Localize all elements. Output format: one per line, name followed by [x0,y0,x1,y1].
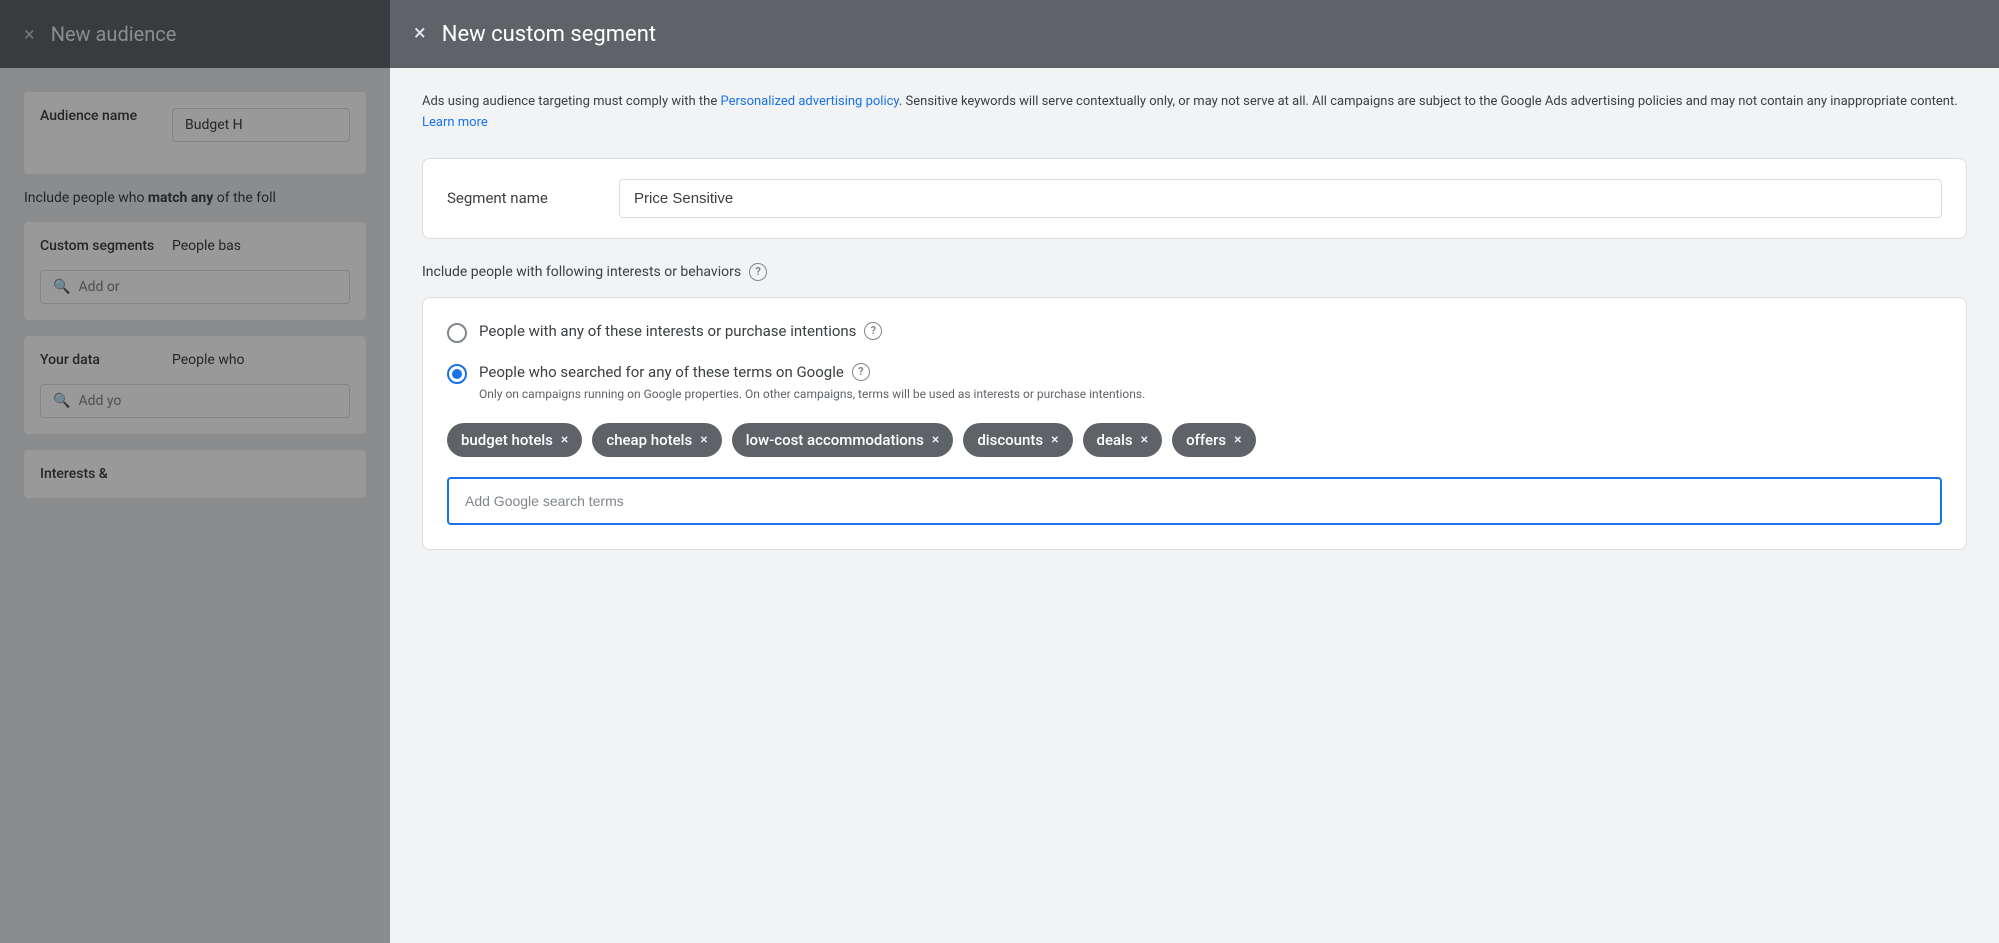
interests-card: People with any of these interests or pu… [422,297,1967,550]
tag-deals: deals × [1083,423,1163,457]
radio-btn-interests[interactable] [447,323,467,343]
search-terms-input[interactable] [447,477,1942,525]
tag-budget-hotels-remove[interactable]: × [561,433,568,447]
tag-budget-hotels: budget hotels × [447,423,582,457]
tag-cheap-hotels: cheap hotels × [592,423,721,457]
tag-budget-hotels-label: budget hotels [461,431,553,449]
tag-offers: offers × [1172,423,1255,457]
tag-discounts-label: discounts [977,431,1043,449]
dialog-header: × New custom segment [390,0,1999,68]
tag-discounts-remove[interactable]: × [1051,433,1058,447]
dialog-close-button[interactable]: × [414,23,426,45]
learn-more-link[interactable]: Learn more [422,115,488,130]
tag-discounts: discounts × [963,423,1072,457]
segment-name-label: Segment name [447,189,587,207]
radio1-help-icon[interactable]: ? [864,322,882,340]
tags-container: budget hotels×cheap hotels×low-cost acco… [447,423,1942,457]
tag-low-cost-label: low-cost accommodations [746,431,924,449]
tag-deals-remove[interactable]: × [1141,433,1148,447]
tag-low-cost: low-cost accommodations × [732,423,954,457]
radio-label-interests: People with any of these interests or pu… [479,322,882,340]
tag-low-cost-remove[interactable]: × [932,433,939,447]
new-custom-segment-dialog: × New custom segment Ads using audience … [390,0,1999,943]
policy-text: Ads using audience targeting must comply… [422,92,1967,134]
tag-offers-label: offers [1186,431,1226,449]
tag-offers-remove[interactable]: × [1234,433,1241,447]
tag-cheap-hotels-label: cheap hotels [606,431,692,449]
segment-name-section: Segment name [422,158,1967,239]
dialog-body: Ads using audience targeting must comply… [390,68,1999,943]
radio-label-google-search: People who searched for any of these ter… [479,363,1145,403]
interests-heading: Include people with following interests … [422,263,1967,281]
interests-help-icon[interactable]: ? [749,263,767,281]
radio-option-google-search[interactable]: People who searched for any of these ter… [447,363,1942,403]
tag-cheap-hotels-remove[interactable]: × [700,433,707,447]
policy-link[interactable]: Personalized advertising policy [720,94,898,109]
segment-name-input[interactable] [619,179,1942,218]
radio-sublabel: Only on campaigns running on Google prop… [479,385,1145,403]
tag-deals-label: deals [1097,431,1133,449]
radio-btn-google-search[interactable] [447,364,467,384]
radio2-help-icon[interactable]: ? [852,363,870,381]
radio-option-interests[interactable]: People with any of these interests or pu… [447,322,1942,343]
dialog-title: New custom segment [442,22,656,47]
